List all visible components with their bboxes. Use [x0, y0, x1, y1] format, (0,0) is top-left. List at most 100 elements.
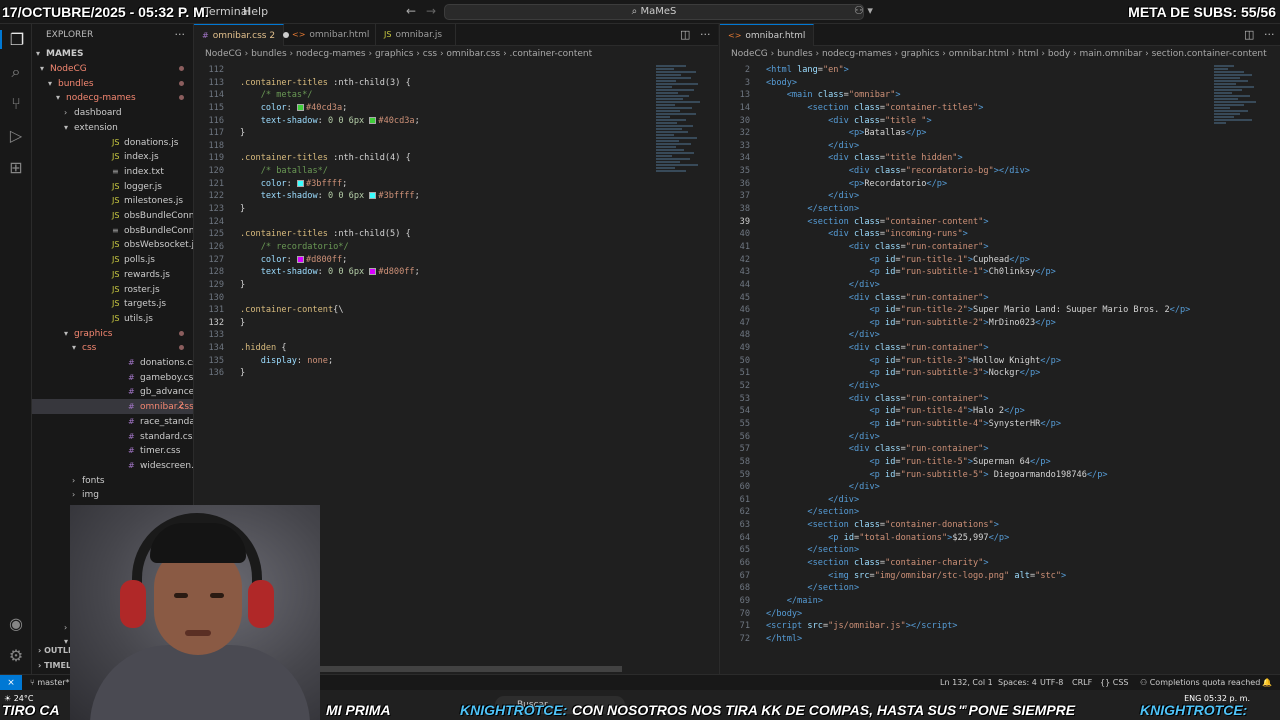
breadcrumb-item[interactable]: html — [1018, 49, 1039, 59]
code-line[interactable]: 113 .container-titles :nth-child(3) { — [194, 77, 718, 90]
code-line[interactable]: 116 text-shadow: 0 0 6px #40cd3a; — [194, 115, 718, 128]
code-line[interactable]: 136} — [194, 367, 718, 380]
code-line[interactable]: 123} — [194, 203, 718, 216]
account-icon[interactable]: ◉ — [0, 614, 32, 633]
tree-item-logger-js[interactable]: JS logger.js — [32, 179, 193, 194]
split-editor-icon[interactable]: ◫ — [1244, 28, 1254, 41]
copilot-icon[interactable]: ⚇ ▾ — [854, 4, 873, 17]
code-line[interactable]: 45 <div class="run-container"> — [720, 292, 1280, 305]
breadcrumb-item[interactable]: section.container-content — [1152, 49, 1267, 59]
code-line[interactable]: 3 <body> — [720, 77, 1280, 90]
code-line[interactable]: 62 </section> — [720, 506, 1280, 519]
breadcrumb-item[interactable]: main.omnibar — [1079, 49, 1142, 59]
menu-help[interactable]: Help — [243, 5, 268, 18]
tree-item-nodecg-mames[interactable]: ▾ nodecg-mames — [32, 90, 193, 105]
breadcrumb-item[interactable]: NodeCG — [205, 49, 242, 59]
tree-item-widescreen-css[interactable]: # widescreen.css — [32, 458, 193, 473]
code-line[interactable]: 30 <div class="title "> — [720, 115, 1280, 128]
tree-item-index-txt[interactable]: ≡ index.txt — [32, 164, 193, 179]
branch-indicator[interactable]: ⑂ master* — [30, 678, 70, 687]
indentation[interactable]: Spaces: 4 — [998, 678, 1037, 687]
code-line[interactable]: 37 </div> — [720, 190, 1280, 203]
code-line[interactable]: 44 </div> — [720, 279, 1280, 292]
tree-item-obsbundleconnector-js[interactable]: JS obsBundleConnector.js — [32, 208, 193, 223]
code-line[interactable]: 114 /* metas*/ — [194, 89, 718, 102]
breadcrumb-item[interactable]: nodecg-mames — [296, 49, 366, 59]
code-line[interactable]: 48 </div> — [720, 329, 1280, 342]
tree-item-graphics[interactable]: ▾ graphics — [32, 326, 193, 341]
code-line[interactable]: 59 <p id="run-subtitle-5"> Diegoarmando1… — [720, 469, 1280, 482]
code-line[interactable]: 124 — [194, 216, 718, 229]
code-line[interactable]: 119 .container-titles :nth-child(4) { — [194, 152, 718, 165]
code-line[interactable]: 39 <section class="container-content"> — [720, 216, 1280, 229]
breadcrumb-item[interactable]: graphics — [375, 49, 413, 59]
code-line[interactable]: 61 </div> — [720, 494, 1280, 507]
code-line[interactable]: 65 </section> — [720, 544, 1280, 557]
code-line[interactable]: 121 color: #3bffff; — [194, 178, 718, 191]
breadcrumb-item[interactable]: omnibar.css — [446, 49, 500, 59]
tree-item-fonts[interactable]: › fonts — [32, 473, 193, 488]
breadcrumb-item[interactable]: bundles — [777, 49, 813, 59]
code-line[interactable]: 120 /* batallas*/ — [194, 165, 718, 178]
code-line[interactable]: 132} — [194, 317, 718, 330]
code-line[interactable]: 131 .container-content{\ — [194, 304, 718, 317]
code-line[interactable]: 68 </section> — [720, 582, 1280, 595]
tree-item-rewards-js[interactable]: JS rewards.js — [32, 267, 193, 282]
search-icon[interactable]: ⌕ — [0, 62, 32, 82]
code-line[interactable]: 40 <div class="incoming-runs"> — [720, 228, 1280, 241]
css-code-area[interactable]: 112 113 .container-titles :nth-child(3) {1… — [194, 64, 718, 380]
code-line[interactable]: 41 <div class="run-container"> — [720, 241, 1280, 254]
more-actions-icon[interactable]: ··· — [1264, 28, 1275, 41]
code-line[interactable]: 46 <p id="run-title-2">Super Mario Land:… — [720, 304, 1280, 317]
breadcrumb-item[interactable]: nodecg-mames — [822, 49, 892, 59]
code-line[interactable]: 63 <section class="container-donations"> — [720, 519, 1280, 532]
code-line[interactable]: 112 — [194, 64, 718, 77]
tree-item-donations-js[interactable]: JS donations.js — [32, 135, 193, 150]
copilot-status[interactable]: ⚇ Completions quota reached — [1140, 678, 1260, 687]
code-line[interactable]: 64 <p id="total-donations">$25,997</p> — [720, 532, 1280, 545]
code-line[interactable]: 130 — [194, 292, 718, 305]
code-line[interactable]: 60 </div> — [720, 481, 1280, 494]
tab-omnibar-js[interactable]: JS omnibar.js — [376, 24, 456, 46]
run-debug-icon[interactable]: ▷ — [0, 126, 32, 145]
tab-omnibar-html[interactable]: <> omnibar.html — [284, 24, 376, 46]
breadcrumb-item[interactable]: omnibar.html — [949, 49, 1009, 59]
tree-item-race-standard-css[interactable]: # race_standard.css — [32, 414, 193, 429]
line-ending[interactable]: CRLF — [1072, 678, 1092, 687]
tree-item-timer-css[interactable]: # timer.css — [32, 443, 193, 458]
code-line[interactable]: 128 text-shadow: 0 0 6px #d800ff; — [194, 266, 718, 279]
back-arrow-icon[interactable]: ← — [406, 4, 416, 18]
code-line[interactable]: 134 .hidden { — [194, 342, 718, 355]
code-line[interactable]: 34 <div class="title hidden"> — [720, 152, 1280, 165]
code-line[interactable]: 53 <div class="run-container"> — [720, 393, 1280, 406]
forward-arrow-icon[interactable]: → — [426, 4, 436, 18]
notifications-bell-icon[interactable]: 🔔 — [1262, 678, 1272, 687]
tree-item-bundles[interactable]: ▾ bundles — [32, 76, 193, 91]
code-line[interactable]: 127 color: #d800ff; — [194, 254, 718, 267]
command-center-search[interactable]: ⌕ MaMeS — [444, 4, 864, 20]
language-mode[interactable]: {} CSS — [1100, 678, 1128, 687]
code-line[interactable]: 33 </div> — [720, 140, 1280, 153]
code-line[interactable]: 43 <p id="run-subtitle-1">Ch0linksy</p> — [720, 266, 1280, 279]
tree-item-css[interactable]: ▾ css — [32, 340, 193, 355]
cursor-position[interactable]: Ln 132, Col 1 — [940, 678, 993, 687]
code-line[interactable]: 69 </main> — [720, 595, 1280, 608]
tab-omnibar-html[interactable]: <> omnibar.html — [720, 24, 814, 46]
breadcrumb-item[interactable]: bundles — [251, 49, 287, 59]
breadcrumb-item[interactable]: .container-content — [510, 49, 593, 59]
code-line[interactable]: 54 <p id="run-title-4">Halo 2</p> — [720, 405, 1280, 418]
code-line[interactable]: 55 <p id="run-subtitle-4">SynysterHR</p> — [720, 418, 1280, 431]
explorer-files-icon[interactable]: ❐ — [0, 30, 32, 49]
tree-item-utils-js[interactable]: JS utils.js — [32, 311, 193, 326]
tree-item-dashboard[interactable]: › dashboard — [32, 105, 193, 120]
code-line[interactable]: 32 <p>Batallas</p> — [720, 127, 1280, 140]
settings-gear-icon[interactable]: ⚙ — [0, 646, 32, 665]
code-line[interactable]: 72 </html> — [720, 633, 1280, 646]
breadcrumb-item[interactable]: css — [423, 49, 437, 59]
tree-item-img[interactable]: › img — [32, 487, 193, 502]
minimap[interactable] — [656, 64, 706, 264]
code-line[interactable]: 50 <p id="run-title-3">Hollow Knight</p> — [720, 355, 1280, 368]
minimap[interactable] — [1214, 64, 1264, 264]
tree-item-obsbundleconnector-txt[interactable]: ≡ obsBundleConnector.txt — [32, 223, 193, 238]
code-line[interactable]: 122 text-shadow: 0 0 6px #3bffff; — [194, 190, 718, 203]
